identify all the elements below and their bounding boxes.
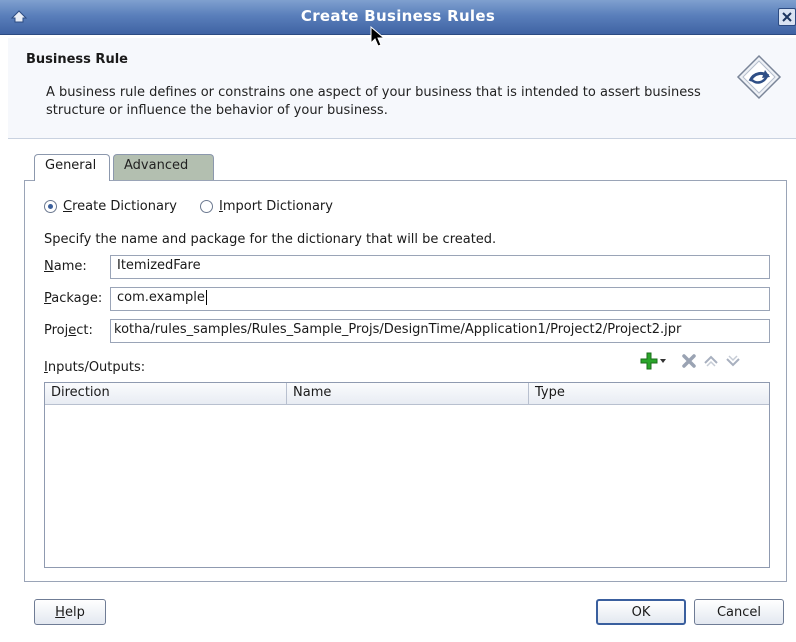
- tab-general-label: General: [45, 158, 97, 173]
- project-field[interactable]: kotha/rules_samples/Rules_Sample_Projs/D…: [110, 319, 770, 343]
- radio-unselected-icon: [200, 200, 213, 213]
- help-button-label: Help: [55, 604, 85, 620]
- radio-selected-icon: [44, 200, 57, 213]
- close-button[interactable]: [778, 8, 796, 26]
- ok-button[interactable]: OK: [596, 599, 686, 625]
- add-icon: [640, 352, 658, 370]
- radio-import-label: Import Dictionary: [219, 199, 333, 214]
- move-down-icon[interactable]: [725, 353, 741, 369]
- window-title: Create Business Rules: [300, 7, 496, 25]
- name-label: Name:: [44, 259, 87, 274]
- name-field[interactable]: ItemizedFare: [110, 255, 770, 279]
- mouse-cursor-icon: [370, 26, 386, 47]
- tab-advanced-label: Advanced: [124, 158, 189, 173]
- add-button[interactable]: [640, 352, 667, 370]
- column-header-direction[interactable]: Direction: [45, 383, 287, 405]
- project-label: Project:: [44, 323, 93, 338]
- io-label: Inputs/Outputs:: [44, 360, 146, 375]
- help-button[interactable]: Help: [34, 599, 106, 625]
- close-icon: [782, 12, 792, 22]
- radio-create-label: Create Dictionary: [63, 199, 178, 214]
- header-title: Business Rule: [26, 52, 128, 67]
- radio-create-dictionary[interactable]: Create Dictionary: [44, 199, 177, 214]
- radio-import-dictionary[interactable]: Import Dictionary: [200, 199, 333, 214]
- move-up-icon[interactable]: [703, 353, 719, 369]
- package-label: Package:: [44, 291, 103, 306]
- dropdown-arrow-icon: [660, 359, 666, 363]
- business-rule-icon: [736, 54, 782, 100]
- tab-general[interactable]: General: [34, 154, 110, 181]
- package-field[interactable]: com.example: [110, 287, 770, 311]
- io-toolbar: [640, 352, 741, 370]
- tab-advanced[interactable]: Advanced: [113, 154, 214, 180]
- instructions-text: Specify the name and package for the dic…: [44, 232, 497, 247]
- column-header-name[interactable]: Name: [287, 383, 529, 405]
- io-table[interactable]: Direction Name Type: [44, 382, 770, 568]
- header-description: A business rule defines or constrains on…: [46, 85, 701, 118]
- column-header-type[interactable]: Type: [529, 383, 769, 405]
- cancel-button[interactable]: Cancel: [694, 599, 784, 625]
- delete-icon[interactable]: [681, 353, 697, 369]
